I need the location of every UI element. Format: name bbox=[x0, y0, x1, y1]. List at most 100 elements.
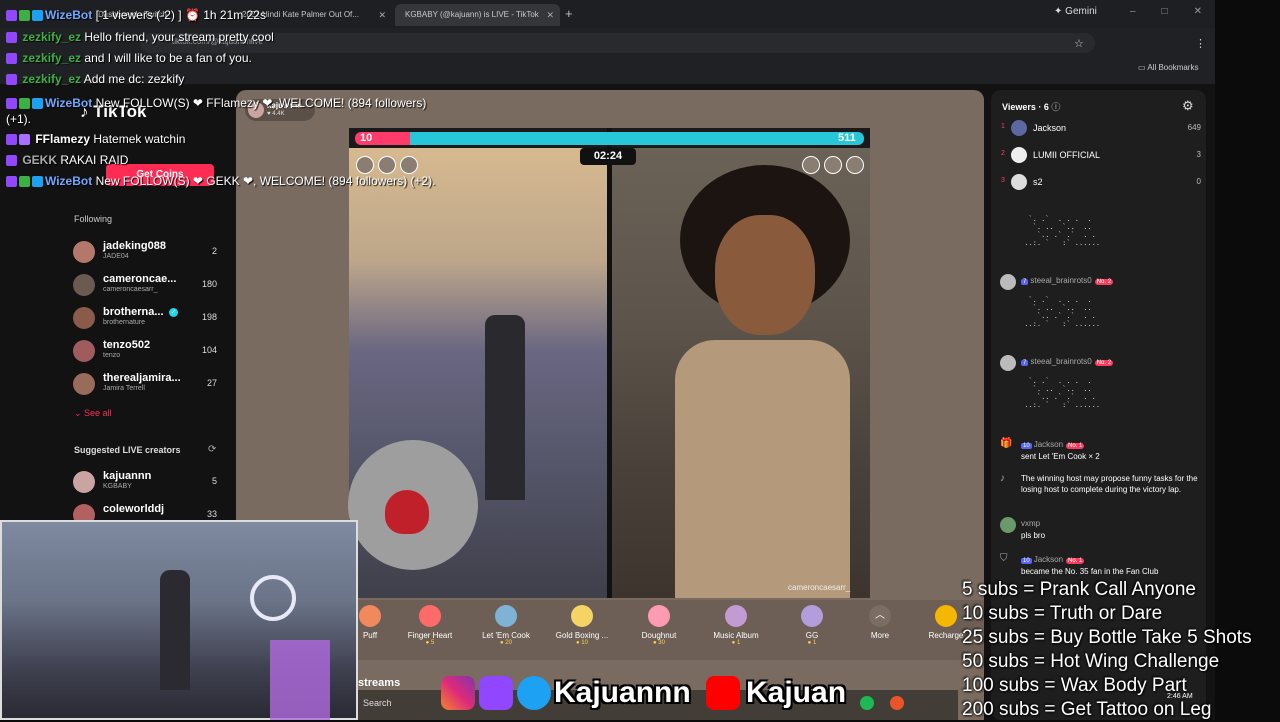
suggested-name: coleworlddj bbox=[103, 503, 165, 515]
bot-badge-icon bbox=[32, 176, 43, 188]
following-item[interactable]: therealjamira... Jamira Terrell 27 bbox=[73, 371, 223, 397]
twitch-icon bbox=[479, 676, 513, 710]
supporter-avatar[interactable] bbox=[846, 156, 864, 174]
gift-cost: ● 20 bbox=[500, 640, 512, 646]
gift-name: Music Album bbox=[713, 631, 759, 640]
gemini-label: Gemini bbox=[1065, 6, 1097, 17]
overlay-chat-line: zezkify_ez and I will like to be a fan o… bbox=[6, 51, 252, 65]
following-sub: tenzo bbox=[103, 352, 121, 359]
overlay-chat-text: Hello friend, your stream pretty cool bbox=[84, 30, 274, 44]
supporter-avatar[interactable] bbox=[824, 156, 842, 174]
subs-goal: 100 subs = Wax Body Part bbox=[962, 675, 1187, 696]
close-icon[interactable]: ✕ bbox=[378, 4, 386, 26]
twitch-badge-icon bbox=[6, 98, 17, 110]
gift-doughnut[interactable]: Doughnut ● 30 bbox=[629, 605, 689, 646]
gift-gg[interactable]: GG ● 1 bbox=[782, 605, 842, 646]
twitch-badge-icon bbox=[6, 74, 17, 86]
social-handle: Kajuannn bbox=[554, 676, 691, 709]
overlay-chat-name: FFlamezy bbox=[35, 132, 91, 146]
chat-message[interactable]: 🎁 10 Jackson No. 1 sent Let 'Em Cook × 2 bbox=[1000, 438, 1200, 466]
following-item[interactable]: brotherna... ✓ brothernature 198 bbox=[73, 305, 223, 331]
bookmark-star-icon[interactable]: ☆ bbox=[1074, 37, 1084, 50]
see-all-label: See all bbox=[84, 408, 112, 418]
new-tab-button[interactable]: + bbox=[565, 6, 573, 21]
chat-author: 7 steeal_brainrots0 No. 2 bbox=[1021, 357, 1114, 366]
all-bookmarks[interactable]: ▭ All Bookmarks bbox=[1138, 63, 1198, 72]
overlay-chat-text: Hatemek watchin bbox=[93, 132, 186, 146]
viewer-row[interactable]: 1 Jackson 649 bbox=[1001, 120, 1201, 140]
see-all-link[interactable]: ⌄ See all bbox=[74, 408, 112, 419]
overlay-chat-text: RAKAI RAID bbox=[60, 153, 129, 167]
twitch-badge-icon bbox=[6, 32, 17, 44]
stream-watermark: cameroncaesarr_ bbox=[788, 583, 851, 592]
chevron-up-icon: ︿ bbox=[869, 605, 891, 627]
let-em-cook-icon bbox=[495, 605, 517, 627]
chat-message[interactable]: ⛉ 10 Jackson No. 1 became the No. 35 fan in … bbox=[1000, 553, 1200, 581]
viewer-score: 649 bbox=[1187, 123, 1201, 132]
gift-music-album[interactable]: Music Album ● 1 bbox=[706, 605, 766, 646]
app-icon[interactable] bbox=[890, 696, 904, 710]
gear-icon[interactable]: ⚙ bbox=[1182, 98, 1194, 114]
following-sub: cameroncaesarr_ bbox=[103, 286, 158, 293]
instagram-icon bbox=[441, 676, 475, 710]
chat-author: 7 steeal_brainrots0 No. 2 bbox=[1021, 276, 1114, 285]
gift-name: Finger Heart bbox=[407, 631, 453, 640]
outfit-shape bbox=[675, 340, 850, 598]
taskbar-search[interactable]: Search bbox=[363, 698, 392, 708]
author-name: steeal_brainrots0 bbox=[1030, 276, 1092, 285]
gift-finger-heart[interactable]: Finger Heart ● 5 bbox=[400, 605, 460, 646]
coin-icon bbox=[935, 605, 957, 627]
overlay-chat-line: GEKK RAKAI RAID bbox=[6, 153, 128, 167]
overlay-chat-name: GEKK bbox=[22, 153, 58, 167]
rank-badge: No. 1 bbox=[1066, 558, 1085, 564]
gift-cost: ● 30 bbox=[653, 640, 665, 646]
viewer-name: Jackson bbox=[1033, 123, 1067, 133]
sub-badge-icon bbox=[19, 134, 30, 146]
viewer-count: 180 bbox=[201, 279, 217, 289]
following-sub: Jamira Terrell bbox=[103, 385, 145, 392]
window-controls[interactable]: –□✕ bbox=[1130, 6, 1228, 17]
menu-icon[interactable]: ⋮ bbox=[1195, 37, 1206, 50]
doughnut-icon bbox=[648, 605, 670, 627]
viewer-row[interactable]: 3 s2 0 bbox=[1001, 174, 1201, 194]
gift-let-em-cook[interactable]: Let 'Em Cook ● 20 bbox=[476, 605, 536, 646]
chat-message[interactable]: vxmp pls bro bbox=[1000, 517, 1200, 545]
ring-light bbox=[250, 575, 296, 621]
viewer-name: LUMII OFFICIAL bbox=[1033, 150, 1101, 160]
supporter-avatar[interactable] bbox=[356, 156, 374, 174]
bot-badge-icon bbox=[32, 98, 43, 110]
close-icon[interactable]: ✕ bbox=[546, 4, 554, 26]
viewer-count: 5 bbox=[211, 476, 217, 486]
finger-heart-icon bbox=[419, 605, 441, 627]
more-gifts-button[interactable]: ︿ More bbox=[850, 605, 910, 640]
supporter-avatar[interactable] bbox=[802, 156, 820, 174]
tab-tiktok-live[interactable]: KGBABY (@kajuann) is LIVE - TikTok ✕ bbox=[395, 4, 560, 26]
twitch-badge-icon bbox=[6, 10, 17, 22]
info-icon[interactable]: ⓘ bbox=[1051, 102, 1060, 112]
avatar bbox=[1011, 174, 1027, 190]
following-item[interactable]: tenzo502 tenzo 104 bbox=[73, 338, 223, 364]
supporter-avatar[interactable] bbox=[378, 156, 396, 174]
viewer-row[interactable]: 2 LUMII OFFICIAL 3 bbox=[1001, 147, 1201, 167]
level-badge: 7 bbox=[1021, 279, 1029, 285]
cost-value: 30 bbox=[658, 640, 665, 646]
following-item[interactable]: cameroncae... cameroncaesarr_ 180 bbox=[73, 272, 223, 298]
gift-gold-boxing[interactable]: Gold Boxing ... ● 10 bbox=[552, 605, 612, 646]
overlay-chat-line: WizeBot New FOLLOW(S) ❤ FFlamezy ❤, WELC… bbox=[6, 96, 426, 110]
shield-icon: ⛉ bbox=[1000, 553, 1008, 564]
cost-value: 1 bbox=[736, 640, 741, 646]
music-album-icon bbox=[725, 605, 747, 627]
overlay-chat-text: New FOLLOW(S) ❤ GEKK ❤, WELCOME! (894 fo… bbox=[95, 174, 436, 188]
check-badge-icon bbox=[19, 176, 30, 188]
address-bar[interactable] bbox=[140, 33, 1095, 53]
avatar bbox=[73, 307, 95, 329]
tiktok-icon: ♪ bbox=[1000, 473, 1005, 484]
spotify-icon[interactable] bbox=[860, 696, 874, 710]
supporter-avatar[interactable] bbox=[400, 156, 418, 174]
following-item[interactable]: jadeking088 JADE04 2 bbox=[73, 239, 223, 265]
overlay-chat-line: (+1). bbox=[6, 112, 31, 126]
suggested-item[interactable]: kajuannn KGBABY 5 bbox=[73, 469, 223, 495]
gemini-button[interactable]: ✦ Gemini bbox=[1054, 6, 1097, 22]
overlay-chat-line: zezkify_ez Add me dc: zezkify bbox=[6, 72, 184, 86]
refresh-icon[interactable]: ⟳ bbox=[208, 444, 216, 455]
